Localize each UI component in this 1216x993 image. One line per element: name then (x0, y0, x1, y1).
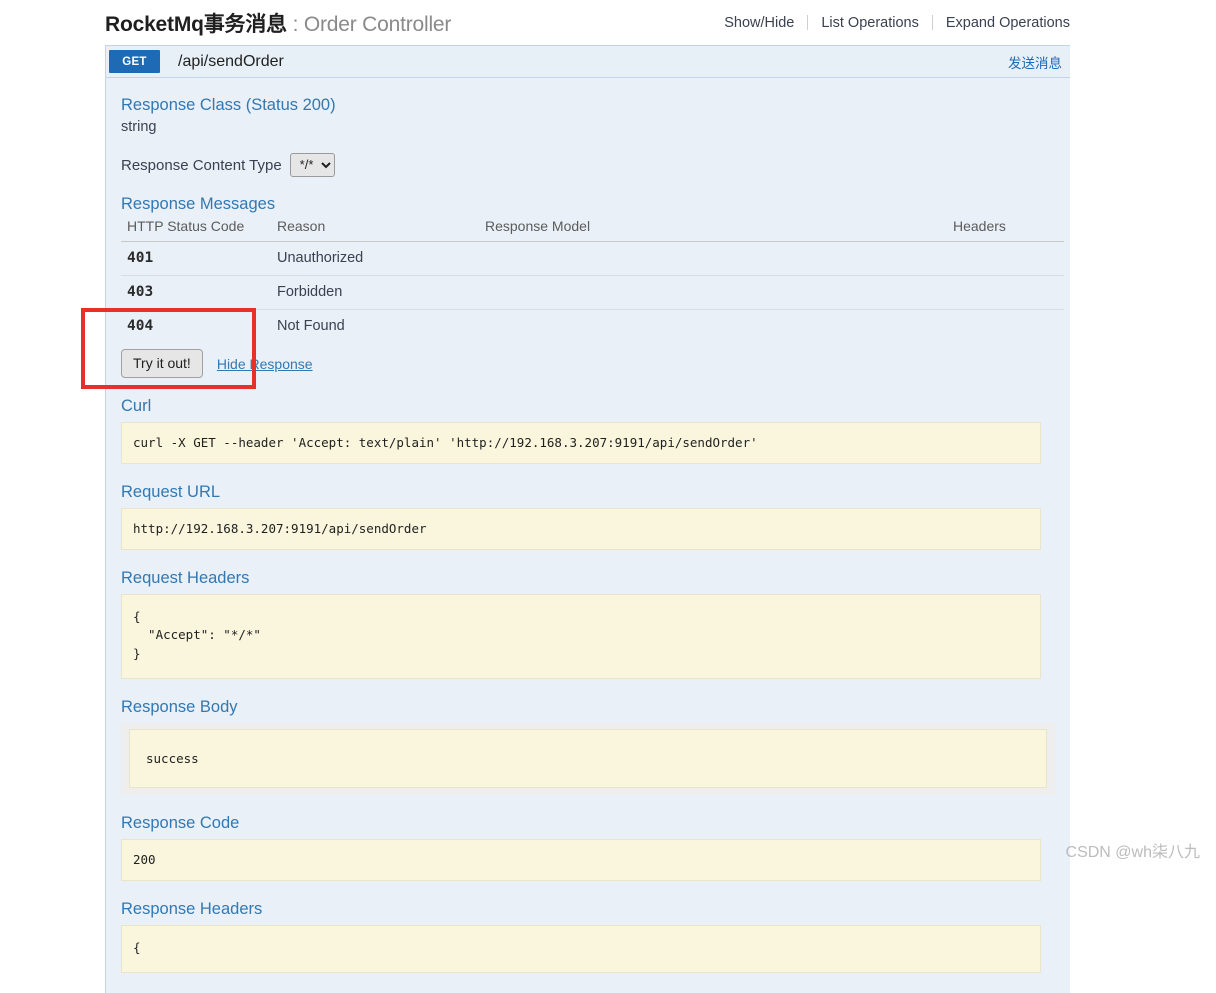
response-content-type-select[interactable]: */* (289, 153, 335, 177)
response-content-type-label: Response Content Type (121, 156, 282, 174)
list-operations-link[interactable]: List Operations (808, 15, 932, 31)
header-links: Show/Hide List Operations Expand Operati… (724, 15, 1070, 31)
headers-cell (947, 310, 1064, 344)
reason-cell: Unauthorized (271, 241, 479, 276)
operation-content: Response Class (Status 200) string Respo… (106, 78, 1070, 993)
response-class-heading: Response Class (Status 200) (121, 96, 336, 114)
table-row: 401 Unauthorized (121, 241, 1064, 276)
response-model-cell (479, 275, 947, 310)
endpoint-path: /api/sendOrder (178, 52, 284, 70)
curl-heading: Curl (121, 397, 152, 415)
response-code-value: 200 (121, 838, 1041, 881)
http-method-badge: GET (109, 50, 160, 73)
status-code-cell: 401 (121, 241, 271, 276)
response-headers-heading: Response Headers (121, 899, 263, 918)
try-it-out-button[interactable]: Try it out! (121, 349, 203, 378)
column-headers: Headers (947, 218, 1064, 242)
table-row: 404 Not Found (121, 310, 1064, 344)
status-code-cell: 404 (127, 318, 154, 334)
response-body-heading: Response Body (121, 697, 238, 716)
response-class-type: string (121, 119, 157, 135)
page-title-separator: : (286, 12, 304, 36)
column-response-model: Response Model (479, 218, 947, 242)
operation-header[interactable]: GET /api/sendOrder 发送消息 (106, 45, 1070, 78)
show-hide-link[interactable]: Show/Hide (724, 15, 807, 31)
watermark: CSDN @wh柒八九 (1065, 844, 1200, 861)
response-model-cell (479, 241, 947, 276)
response-body-value: success (129, 728, 1047, 788)
try-it-out-row: Try it out! Hide Response (121, 349, 1060, 378)
column-reason: Reason (271, 218, 479, 242)
hide-response-link[interactable]: Hide Response (217, 356, 313, 372)
table-header-row: HTTP Status Code Reason Response Model H… (121, 218, 1064, 242)
table-row: 403 Forbidden (121, 275, 1064, 310)
response-headers-value: { (121, 924, 1041, 973)
response-code-heading: Response Code (121, 813, 240, 832)
response-messages-heading: Response Messages (121, 195, 276, 213)
response-body-wrapper: success (121, 722, 1055, 795)
request-url-heading: Request URL (121, 483, 221, 502)
request-url-value: http://192.168.3.207:9191/api/sendOrder (121, 508, 1041, 551)
resource-header: RocketMq事务消息 : Order Controller Show/Hid… (105, 0, 1070, 45)
operation-block: GET /api/sendOrder 发送消息 Response Class (… (105, 45, 1070, 993)
curl-command: curl -X GET --header 'Accept: text/plain… (121, 422, 1041, 465)
reason-cell: Not Found (277, 318, 345, 334)
page-title-main: RocketMq事务消息 (105, 12, 287, 36)
request-headers-heading: Request Headers (121, 569, 250, 588)
page-title-sub: Order Controller (303, 12, 452, 36)
column-http-status-code: HTTP Status Code (121, 218, 271, 242)
response-model-cell (479, 310, 947, 344)
headers-cell (947, 241, 1064, 276)
status-code-cell: 403 (121, 275, 271, 310)
request-headers-value: { "Accept": "*/*" } (121, 594, 1041, 679)
response-content-type-row: Response Content Type */* (121, 153, 1060, 177)
operation-summary[interactable]: 发送消息 (1008, 52, 1062, 72)
expand-operations-link[interactable]: Expand Operations (933, 15, 1070, 31)
reason-cell: Forbidden (271, 275, 479, 310)
page-title: RocketMq事务消息 : Order Controller (105, 8, 451, 38)
headers-cell (947, 275, 1064, 310)
response-messages-table: HTTP Status Code Reason Response Model H… (121, 218, 1064, 343)
